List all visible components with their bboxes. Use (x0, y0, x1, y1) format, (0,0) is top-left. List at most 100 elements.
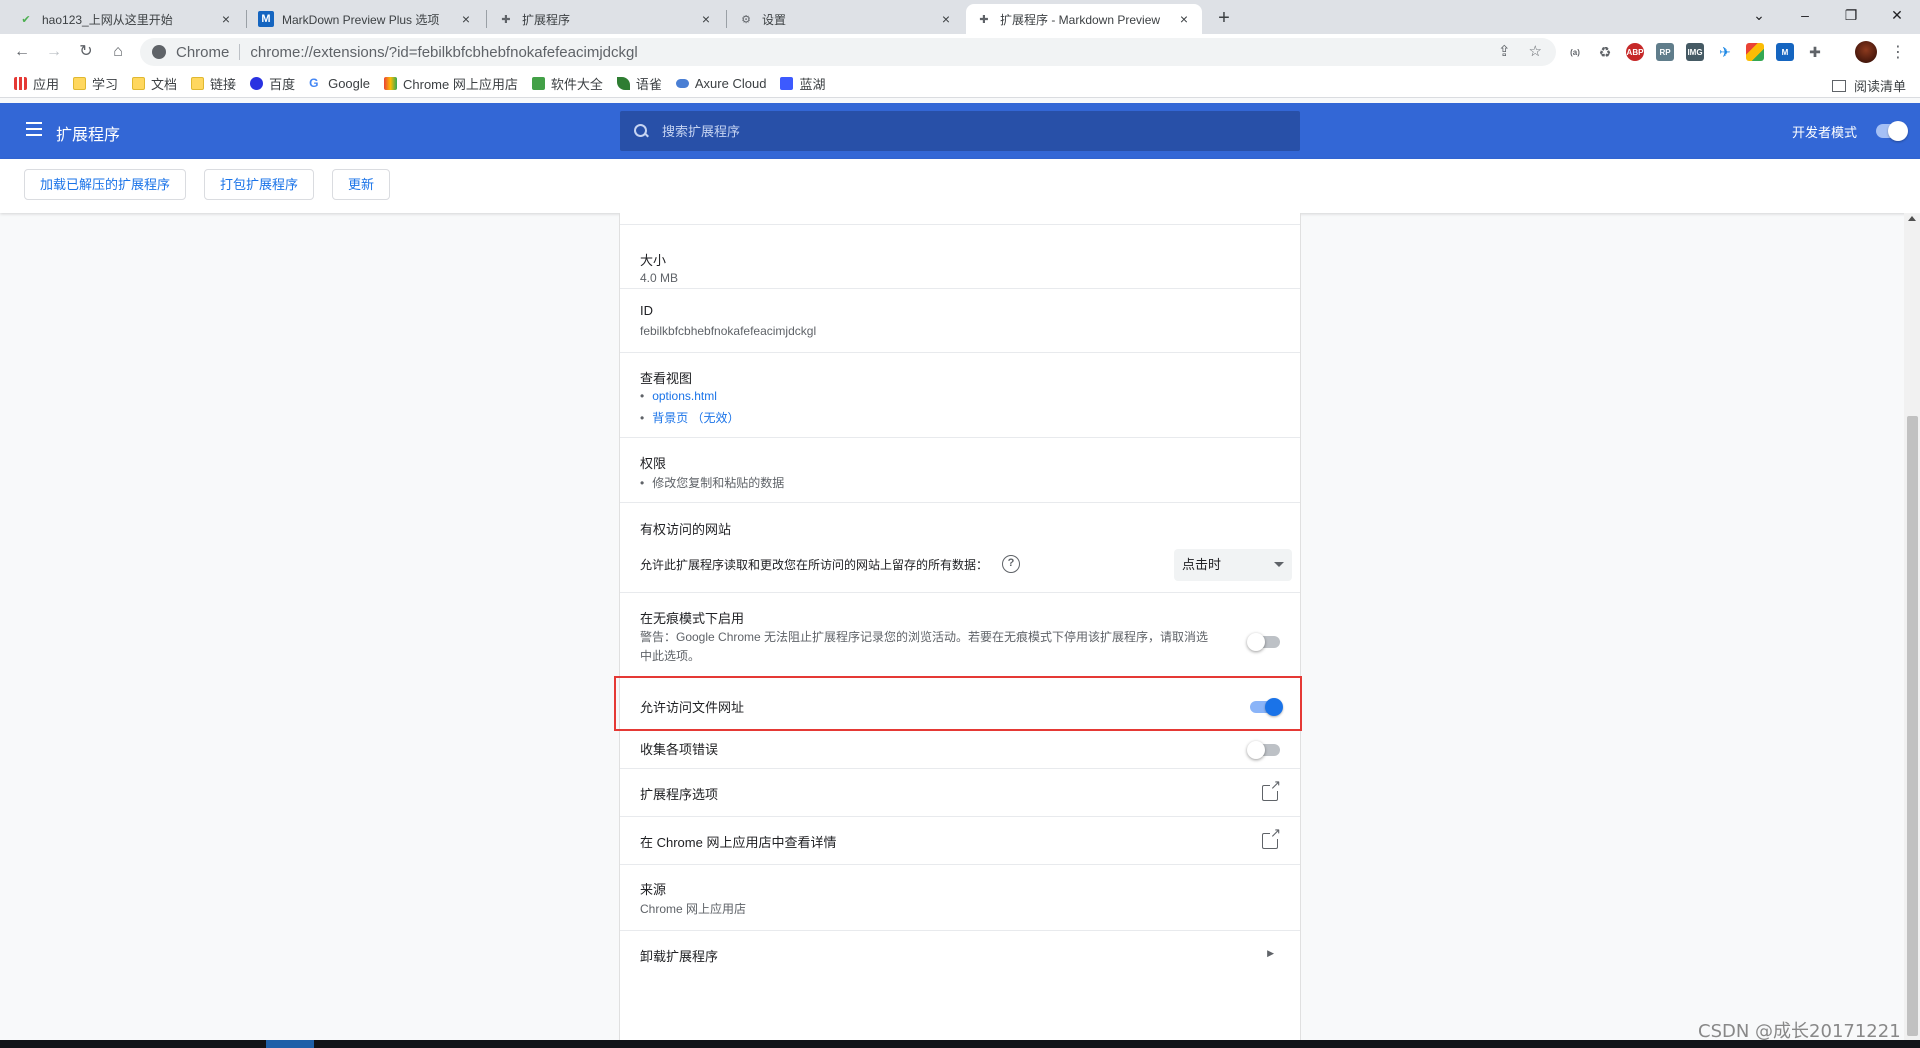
adblock-icon[interactable]: ABP (1626, 43, 1644, 61)
size-row: 大小 4.0 MB (620, 225, 1300, 289)
colorful-extension-icon[interactable] (1746, 43, 1764, 61)
bookmark-baidu[interactable]: 百度 (250, 74, 295, 93)
bookmark-webstore[interactable]: Chrome 网上应用店 (384, 74, 518, 93)
bookmark-label: 链接 (210, 77, 237, 92)
pack-extension-button[interactable]: 打包扩展程序 (204, 169, 315, 200)
bookmark-apps[interactable]: 应用 (14, 74, 59, 93)
extension-icons: (a) ♻ ABP RP IMG ✈ M ✚ (1566, 43, 1824, 61)
google-icon: G (309, 76, 319, 90)
help-icon[interactable]: ? (1002, 555, 1021, 573)
open-in-new-icon[interactable] (1262, 826, 1281, 849)
omnibox-divider (239, 44, 241, 60)
more-menu-icon[interactable]: ⋮ (1890, 42, 1906, 62)
webstore-row[interactable]: 在 Chrome 网上应用店中查看详情 (620, 817, 1300, 865)
markdown-extension-icon[interactable]: M (1776, 43, 1794, 61)
address-bar[interactable]: Chrome chrome://extensions/?id=febilkbfc… (140, 38, 1556, 66)
size-value: 4.0 MB (640, 271, 679, 285)
dev-mode-toggle[interactable] (1876, 121, 1908, 141)
collect-errors-toggle[interactable] (1247, 741, 1280, 759)
browser-toolbar: ← → ↻ ⌂ Chrome chrome://extensions/?id=f… (0, 34, 1920, 70)
search-icon (634, 124, 648, 138)
tab-settings[interactable]: ⚙ 设置 × (728, 4, 964, 34)
collect-errors-row: 收集各项错误 (620, 731, 1300, 769)
avatar[interactable] (1855, 41, 1877, 63)
tab-hao123[interactable]: ✔ hao123_上网从这里开始 × (8, 4, 244, 34)
remove-row[interactable]: 卸载扩展程序 ▶ (620, 931, 1300, 979)
tab-search-icon[interactable]: ⌄ (1736, 0, 1782, 30)
close-icon[interactable]: × (1176, 11, 1192, 27)
scrollbar-thumb[interactable] (1907, 416, 1918, 1036)
open-in-new-icon[interactable] (1262, 778, 1281, 801)
tab-divider (486, 10, 487, 28)
update-button[interactable]: 更新 (332, 169, 391, 200)
id-row: ID febilkbfcbhebfnokafefeacimjdckgl (620, 289, 1300, 353)
close-icon[interactable]: × (218, 11, 234, 27)
back-button[interactable]: ← (10, 40, 34, 64)
bookmark-axure[interactable]: Axure Cloud (675, 76, 766, 91)
bird-extension-icon[interactable]: ✈ (1716, 43, 1734, 61)
source-value: Chrome 网上应用店 (640, 902, 747, 916)
permissions-label: 权限 (640, 456, 667, 471)
bookmark-study[interactable]: 学习 (73, 74, 118, 93)
close-icon[interactable]: × (698, 11, 714, 27)
scroll-up-arrow-icon[interactable] (1908, 216, 1916, 221)
img-extension-icon[interactable]: IMG (1686, 43, 1704, 61)
apps-grid-icon (14, 77, 27, 90)
close-icon[interactable]: × (938, 11, 954, 27)
puzzle-icon[interactable]: ✚ (1806, 43, 1824, 61)
menu-icon[interactable] (26, 122, 42, 136)
view-background-link[interactable]: 背景页 （无效） (652, 409, 739, 426)
ext-options-label: 扩展程序选项 (640, 787, 719, 802)
recycle-extension-icon[interactable]: ♻ (1596, 43, 1614, 61)
search-box[interactable] (620, 111, 1300, 151)
home-button[interactable]: ⌂ (106, 40, 130, 64)
bookmark-label: 文档 (151, 77, 178, 92)
site-access-desc-wrap: 允许此扩展程序读取和更改您在所访问的网站上留存的所有数据： ? (640, 555, 1021, 573)
dev-mode-label: 开发者模式 (1792, 125, 1858, 140)
new-tab-button[interactable]: + (1210, 5, 1238, 33)
taskbar-active-app[interactable] (266, 1040, 314, 1048)
permission-text: 修改您复制和粘贴的数据 (652, 476, 785, 490)
minimize-button[interactable]: – (1782, 0, 1828, 30)
close-icon[interactable]: × (458, 11, 474, 27)
view-options-link[interactable]: options.html (652, 389, 717, 403)
api-extension-icon[interactable]: (a) (1566, 43, 1584, 61)
tab-title: 扩展程序 - Markdown Preview (1000, 12, 1161, 27)
tab-extensions[interactable]: ✚ 扩展程序 × (488, 4, 724, 34)
close-window-button[interactable]: ✕ (1874, 0, 1920, 30)
chrome-site-icon[interactable] (152, 45, 166, 59)
bookmark-google[interactable]: G Google (309, 76, 370, 91)
bookmark-software[interactable]: 软件大全 (531, 74, 603, 93)
bookmark-yuque[interactable]: 语雀 (616, 74, 662, 93)
source-row: 来源 Chrome 网上应用店 (620, 865, 1300, 931)
site-access-select[interactable]: 点击时 (1174, 549, 1292, 581)
bookmark-star-icon[interactable]: ☆ (1529, 42, 1542, 60)
permissions-row: 权限 修改您复制和粘贴的数据 (620, 438, 1300, 503)
incognito-toggle[interactable] (1247, 633, 1280, 651)
folder-icon (132, 77, 146, 90)
share-icon[interactable]: ⇪ (1498, 42, 1511, 60)
incognito-row: 在无痕模式下启用 警告：Google Chrome 无法阻止扩展程序记录您的浏览… (620, 593, 1300, 677)
reading-list[interactable]: 阅读清单 (1831, 76, 1906, 95)
reload-button[interactable]: ↻ (74, 40, 98, 64)
chevron-right-icon: ▶ (1267, 948, 1274, 958)
search-input[interactable] (662, 123, 1262, 139)
load-unpacked-button[interactable]: 加载已解压的扩展程序 (24, 169, 187, 200)
gear-icon: ⚙ (741, 13, 751, 26)
bookmark-label: 蓝湖 (799, 77, 826, 92)
size-label: 大小 (640, 253, 667, 268)
bookmark-lanhu[interactable]: 蓝湖 (780, 74, 825, 93)
rp-extension-icon[interactable]: RP (1656, 43, 1674, 61)
tab-strip: ✔ hao123_上网从这里开始 × M MarkDown Preview Pl… (0, 0, 1920, 34)
bookmark-docs[interactable]: 文档 (132, 74, 177, 93)
ext-options-row[interactable]: 扩展程序选项 (620, 769, 1300, 817)
forward-button[interactable]: → (42, 40, 66, 64)
bookmark-links[interactable]: 链接 (191, 74, 236, 93)
extension-detail-card: 大小 4.0 MB ID febilkbfcbhebfnokafefeacimj… (619, 213, 1301, 1048)
tab-extension-details[interactable]: ✚ 扩展程序 - Markdown Preview × (966, 4, 1202, 34)
omnibox-url[interactable]: chrome://extensions/?id=febilkbfcbhebfno… (250, 44, 637, 61)
restore-button[interactable]: ❐ (1828, 0, 1874, 30)
tab-markdown-options[interactable]: M MarkDown Preview Plus 选项 × (248, 4, 484, 34)
tab-divider (246, 10, 247, 28)
taskbar (0, 1040, 1920, 1048)
